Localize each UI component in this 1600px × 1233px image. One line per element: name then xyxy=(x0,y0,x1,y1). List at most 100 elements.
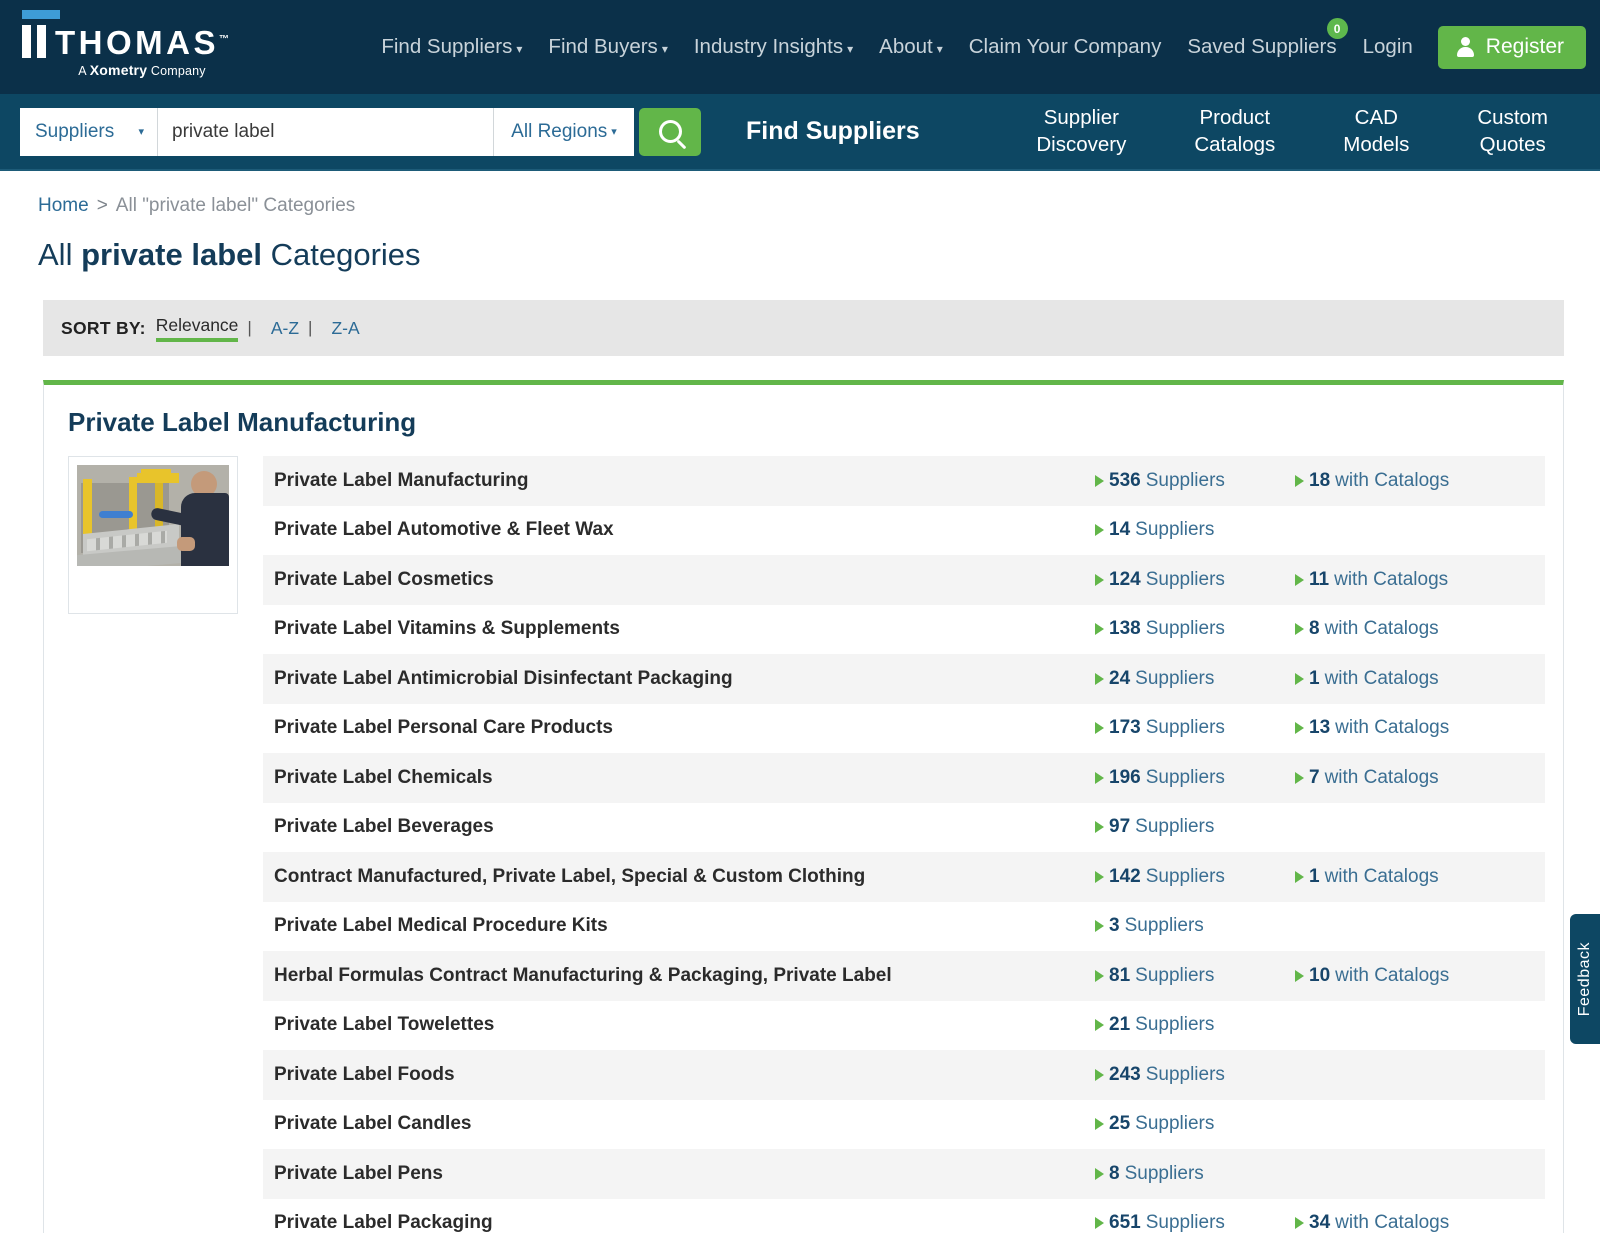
catalogs-count-label: with Catalogs xyxy=(1335,1212,1449,1233)
breadcrumb-home-link[interactable]: Home xyxy=(38,195,89,216)
suppliers-count-link[interactable]: 536Suppliers xyxy=(1095,470,1225,492)
play-triangle-icon xyxy=(1095,920,1104,932)
category-link[interactable]: Private Label Towelettes xyxy=(263,1014,1095,1036)
suppliers-count-link[interactable]: 24Suppliers xyxy=(1095,668,1214,690)
catalogs-count-link[interactable]: 7with Catalogs xyxy=(1295,767,1439,789)
suppliers-count-link[interactable]: 21Suppliers xyxy=(1095,1014,1214,1036)
catalogs-count-label: with Catalogs xyxy=(1334,569,1448,591)
table-row[interactable]: Private Label Candles25Suppliers xyxy=(263,1100,1545,1150)
table-row[interactable]: Private Label Towelettes21Suppliers xyxy=(263,1001,1545,1051)
suppliers-count-label: Suppliers xyxy=(1135,1014,1214,1036)
page-title: All private label Categories xyxy=(38,237,1562,273)
search-type-dropdown[interactable]: Suppliers ▾ xyxy=(20,108,158,156)
suppliers-count-link[interactable]: 243Suppliers xyxy=(1095,1064,1225,1086)
nav-item-about[interactable]: About▾ xyxy=(866,35,956,59)
chevron-down-icon: ▾ xyxy=(662,42,668,56)
play-triangle-icon xyxy=(1095,772,1104,784)
category-link[interactable]: Private Label Antimicrobial Disinfectant… xyxy=(263,668,1095,690)
suppliers-count-link[interactable]: 142Suppliers xyxy=(1095,866,1225,888)
register-button[interactable]: Register xyxy=(1438,26,1586,69)
suppliers-count-link[interactable]: 196Suppliers xyxy=(1095,767,1225,789)
nav-item-saved-suppliers[interactable]: Saved Suppliers0 xyxy=(1174,35,1349,59)
quicklink-supplier-discovery[interactable]: SupplierDiscovery xyxy=(1002,105,1160,157)
catalogs-count-link[interactable]: 8with Catalogs xyxy=(1295,618,1439,640)
category-link[interactable]: Private Label Chemicals xyxy=(263,767,1095,789)
breadcrumb: Home>All "private label" Categories xyxy=(38,171,1562,217)
quicklink-cad-models[interactable]: CADModels xyxy=(1309,105,1443,157)
catalogs-count-value: 1 xyxy=(1309,668,1320,690)
suppliers-count-link[interactable]: 25Suppliers xyxy=(1095,1113,1214,1135)
suppliers-count-cell: 14Suppliers xyxy=(1095,519,1295,541)
catalogs-count-link[interactable]: 13with Catalogs xyxy=(1295,717,1449,739)
sort-option-a-z[interactable]: A-Z xyxy=(271,318,299,339)
suppliers-count-value: 243 xyxy=(1109,1064,1141,1086)
suppliers-count-link[interactable]: 651Suppliers xyxy=(1095,1212,1225,1233)
suppliers-count-link[interactable]: 138Suppliers xyxy=(1095,618,1225,640)
site-logo[interactable]: THOMAS™ A Xometry Company xyxy=(0,0,262,78)
category-link[interactable]: Private Label Candles xyxy=(263,1113,1095,1135)
nav-item-claim-your-company[interactable]: Claim Your Company xyxy=(956,35,1175,59)
table-row[interactable]: Private Label Cosmetics124Suppliers 11wit… xyxy=(263,555,1545,605)
table-row[interactable]: Herbal Formulas Contract Manufacturing &… xyxy=(263,951,1545,1001)
suppliers-count-link[interactable]: 8Suppliers xyxy=(1095,1163,1204,1185)
category-thumbnail[interactable] xyxy=(68,456,238,614)
quicklink-product-catalogs[interactable]: ProductCatalogs xyxy=(1160,105,1309,157)
suppliers-count-link[interactable]: 124Suppliers xyxy=(1095,569,1225,591)
catalogs-count-link[interactable]: 18with Catalogs xyxy=(1295,470,1449,492)
category-link[interactable]: Private Label Vitamins & Supplements xyxy=(263,618,1095,640)
suppliers-count-link[interactable]: 97Suppliers xyxy=(1095,816,1214,838)
sort-option-z-a[interactable]: Z-A xyxy=(331,318,359,339)
feedback-tab[interactable]: Feedback xyxy=(1570,914,1600,1044)
table-row[interactable]: Private Label Medical Procedure Kits3Sup… xyxy=(263,902,1545,952)
quicklink-custom-quotes[interactable]: CustomQuotes xyxy=(1443,105,1582,157)
category-link[interactable]: Private Label Foods xyxy=(263,1064,1095,1086)
nav-item-find-buyers[interactable]: Find Buyers▾ xyxy=(535,35,680,59)
suppliers-count-cell: 173Suppliers xyxy=(1095,717,1295,739)
nav-item-login[interactable]: Login xyxy=(1350,35,1426,59)
catalogs-count-cell: 7with Catalogs xyxy=(1295,767,1545,789)
logo-pillars-icon xyxy=(22,25,46,58)
table-row[interactable]: Private Label Antimicrobial Disinfectant… xyxy=(263,654,1545,704)
suppliers-count-link[interactable]: 3Suppliers xyxy=(1095,915,1204,937)
catalogs-count-link[interactable]: 10with Catalogs xyxy=(1295,965,1449,987)
catalogs-count-link[interactable]: 11with Catalogs xyxy=(1295,569,1448,591)
catalogs-count-link[interactable]: 34with Catalogs xyxy=(1295,1212,1449,1233)
region-dropdown[interactable]: All Regions ▾ xyxy=(494,108,634,156)
table-row[interactable]: Private Label Manufacturing536Suppliers 1… xyxy=(263,456,1545,506)
table-row[interactable]: Contract Manufactured, Private Label, Sp… xyxy=(263,852,1545,902)
nav-item-industry-insights[interactable]: Industry Insights▾ xyxy=(681,35,866,59)
category-link[interactable]: Contract Manufactured, Private Label, Sp… xyxy=(263,866,1095,888)
sort-option-relevance[interactable]: Relevance xyxy=(156,315,239,342)
suppliers-count-link[interactable]: 81Suppliers xyxy=(1095,965,1214,987)
table-row[interactable]: Private Label Personal Care Products173S… xyxy=(263,704,1545,754)
table-row[interactable]: Private Label Pens8Suppliers xyxy=(263,1149,1545,1199)
category-link[interactable]: Private Label Cosmetics xyxy=(263,569,1095,591)
category-link[interactable]: Private Label Manufacturing xyxy=(263,470,1095,492)
catalogs-count-link[interactable]: 1with Catalogs xyxy=(1295,866,1439,888)
category-card-heading[interactable]: Private Label Manufacturing xyxy=(68,407,1545,438)
nav-item-find-suppliers[interactable]: Find Suppliers▾ xyxy=(368,35,535,59)
play-triangle-icon xyxy=(1295,574,1304,586)
category-link[interactable]: Herbal Formulas Contract Manufacturing &… xyxy=(263,965,1095,987)
category-link[interactable]: Private Label Packaging xyxy=(263,1212,1095,1233)
suppliers-count-link[interactable]: 173Suppliers xyxy=(1095,717,1225,739)
nav-label: Find Suppliers xyxy=(381,35,512,58)
table-row[interactable]: Private Label Foods243Suppliers xyxy=(263,1050,1545,1100)
table-row[interactable]: Private Label Chemicals196Suppliers 7with… xyxy=(263,753,1545,803)
search-input[interactable] xyxy=(158,108,494,156)
catalogs-count-link[interactable]: 1with Catalogs xyxy=(1295,668,1439,690)
breadcrumb-current: All "private label" Categories xyxy=(116,195,356,216)
table-row[interactable]: Private Label Automotive & Fleet Wax14Su… xyxy=(263,506,1545,556)
category-link[interactable]: Private Label Pens xyxy=(263,1163,1095,1185)
category-link[interactable]: Private Label Medical Procedure Kits xyxy=(263,915,1095,937)
table-row[interactable]: Private Label Beverages97Suppliers xyxy=(263,803,1545,853)
suppliers-count-value: 124 xyxy=(1109,569,1141,591)
table-row[interactable]: Private Label Vitamins & Supplements138S… xyxy=(263,605,1545,655)
category-link[interactable]: Private Label Automotive & Fleet Wax xyxy=(263,519,1095,541)
suppliers-count-link[interactable]: 14Suppliers xyxy=(1095,519,1214,541)
catalogs-count-cell: 34with Catalogs xyxy=(1295,1212,1545,1233)
search-submit-button[interactable] xyxy=(639,108,701,156)
table-row[interactable]: Private Label Packaging651Suppliers 34wit… xyxy=(263,1199,1545,1233)
category-link[interactable]: Private Label Beverages xyxy=(263,816,1095,838)
category-link[interactable]: Private Label Personal Care Products xyxy=(263,717,1095,739)
